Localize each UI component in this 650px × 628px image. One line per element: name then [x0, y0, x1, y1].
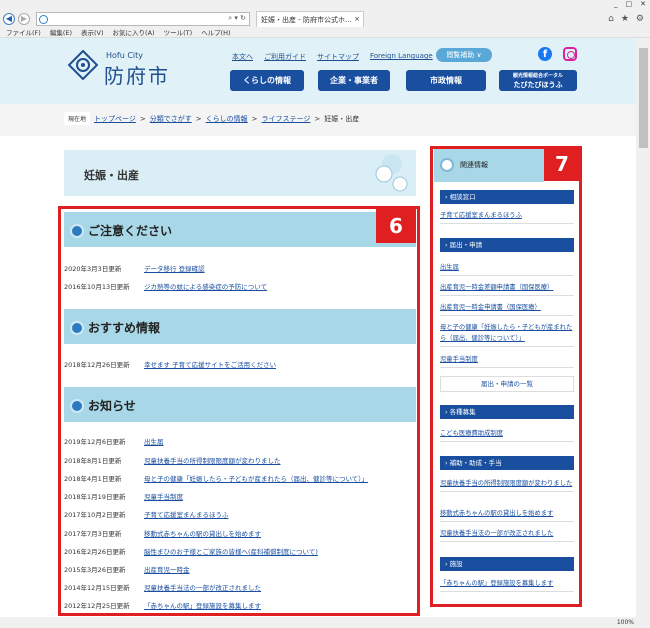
window-controls: _ □ ✕	[614, 0, 646, 8]
menu-bar: ファイル(F) 編集(E) 表示(V) お気に入り(A) ツール(T) ヘルプ(…	[0, 28, 650, 38]
tourism-title: たびたびほうふ	[513, 81, 563, 89]
tourism-subtitle: 観光情報総合ポータル	[512, 73, 563, 79]
link-guide[interactable]: ご利用ガイド	[264, 52, 306, 62]
nav-business[interactable]: 企業・事業者	[318, 70, 390, 91]
window-titlebar: _ □ ✕	[0, 0, 650, 10]
breadcrumb-current-label: 現在地	[64, 112, 91, 125]
menu-favorites[interactable]: お気に入り(A)	[113, 28, 155, 37]
breadcrumb-living[interactable]: くらしの情報	[206, 114, 248, 124]
zoom-level[interactable]: 100%	[617, 619, 634, 626]
accessibility-button[interactable]: 閲覧補助 ∨	[436, 48, 492, 62]
facebook-icon[interactable]: f	[538, 47, 552, 61]
breadcrumb-lifestage[interactable]: ライフステージ	[262, 114, 311, 124]
search-refresh-icon[interactable]: ⌕ ▾ ↻	[228, 14, 246, 23]
breadcrumb: 現在地 トップページ > 分類でさがす > くらしの情報 > ライフステージ > 妊娠・…	[64, 112, 359, 125]
nav-tourism[interactable]: 観光情報総合ポータル たびたびほうふ	[499, 70, 577, 91]
favorites-icon[interactable]: ★	[621, 14, 629, 24]
instagram-icon[interactable]	[563, 47, 577, 61]
scrollbar-thumb[interactable]	[639, 48, 648, 148]
flower-decoration-icon	[375, 154, 408, 192]
minimize-icon[interactable]: _	[614, 0, 618, 8]
status-bar: 100%	[0, 617, 650, 628]
nav-city-info[interactable]: 市政情報	[406, 70, 486, 91]
breadcrumb-top[interactable]: トップページ	[94, 114, 136, 124]
close-icon[interactable]: ✕	[640, 0, 646, 8]
breadcrumb-separator: >	[195, 114, 202, 123]
tab-close-icon[interactable]: ×	[354, 15, 360, 23]
forward-icon[interactable]: ▶	[18, 13, 30, 25]
page-title: 妊娠・出産	[64, 150, 416, 196]
annotation-box-side	[430, 146, 582, 607]
gear-icon[interactable]: ⚙	[636, 14, 644, 24]
link-sitemap[interactable]: サイトマップ	[317, 52, 359, 62]
ie-icon	[39, 15, 48, 24]
home-icon[interactable]: ⌂	[608, 14, 614, 24]
browser-navbar: ◀ ▶ ⌕ ▾ ↻ 妊娠・出産 - 防府市公式ホ... × ⌂ ★ ⚙	[0, 10, 650, 28]
annotation-box-main	[58, 206, 420, 616]
nav-living[interactable]: くらしの情報	[230, 70, 304, 91]
annotation-label-side: 7	[544, 147, 580, 181]
breadcrumb-separator: >	[139, 114, 146, 123]
annotation-label-main: 6	[376, 209, 416, 243]
breadcrumb-category[interactable]: 分類でさがす	[150, 114, 192, 124]
city-name-jp: 防府市	[104, 64, 170, 88]
menu-help[interactable]: ヘルプ(H)	[201, 28, 230, 37]
breadcrumb-separator: >	[314, 114, 321, 123]
back-icon[interactable]: ◀	[3, 13, 15, 25]
breadcrumb-separator: >	[251, 114, 258, 123]
site-header: Hofu City 防府市 本文へ ご利用ガイド サイトマップ Foreign …	[0, 38, 650, 104]
tab-title: 妊娠・出産 - 防府市公式ホ...	[261, 16, 352, 24]
breadcrumb-current: 妊娠・出産	[324, 114, 360, 123]
link-foreign-language[interactable]: Foreign Language	[370, 52, 433, 62]
header-links: 本文へ ご利用ガイド サイトマップ Foreign Language	[232, 52, 433, 62]
address-bar[interactable]: ⌕ ▾ ↻	[36, 12, 250, 26]
city-logo-icon[interactable]	[68, 50, 98, 80]
menu-tools[interactable]: ツール(T)	[164, 28, 193, 37]
menu-file[interactable]: ファイル(F)	[6, 28, 41, 37]
menu-view[interactable]: 表示(V)	[81, 28, 104, 37]
link-skip-to-content[interactable]: 本文へ	[232, 52, 253, 62]
new-tab-button[interactable]	[366, 11, 380, 27]
maximize-icon[interactable]: □	[626, 0, 633, 8]
browser-tab[interactable]: 妊娠・出産 - 防府市公式ホ... ×	[256, 11, 364, 27]
browser-tools: ⌂ ★ ⚙	[608, 14, 644, 24]
city-name-en: Hofu City	[106, 51, 144, 60]
menu-edit[interactable]: 編集(E)	[50, 28, 72, 37]
